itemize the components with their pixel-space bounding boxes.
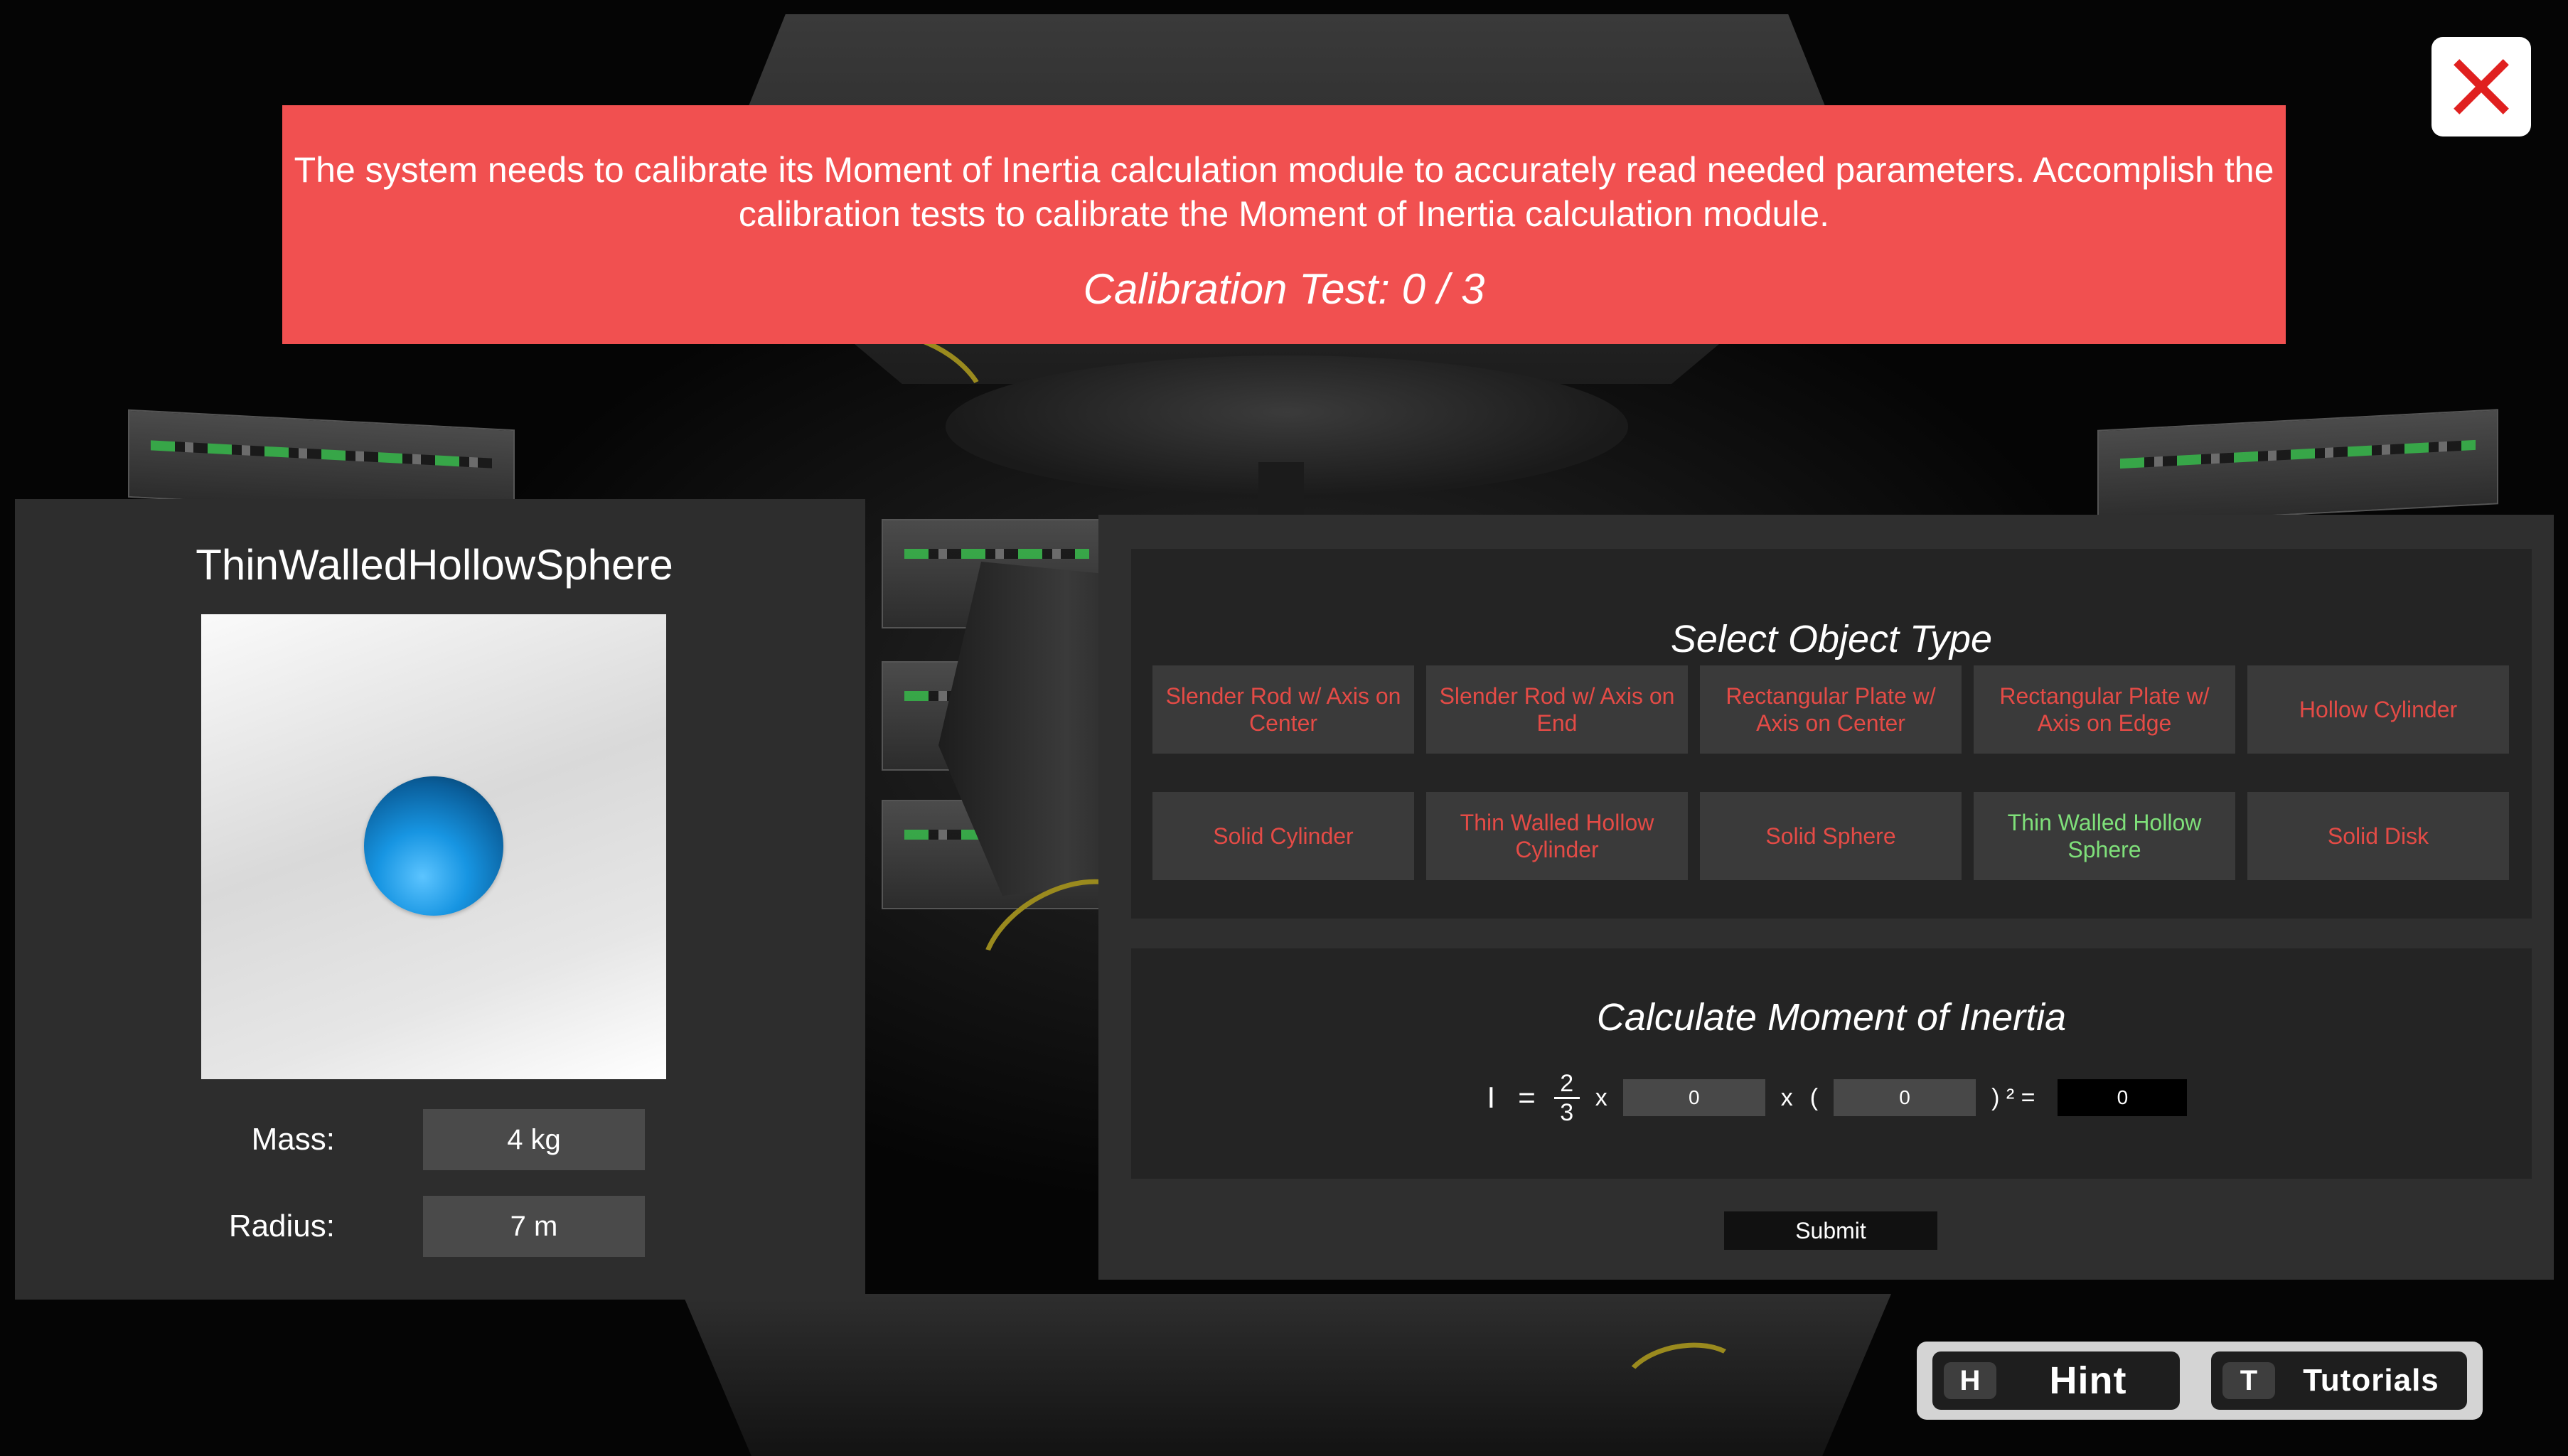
hint-label: Hint	[2049, 1359, 2127, 1402]
close-button[interactable]	[2431, 37, 2531, 136]
radius-value: 7 m	[423, 1196, 645, 1257]
radius-input[interactable]	[1834, 1079, 1976, 1116]
object-type-button[interactable]: Hollow Cylinder	[2247, 665, 2509, 754]
hint-key-cap: H	[1944, 1362, 1996, 1399]
calculate-section: Calculate Moment of Inertia I = 2 3 x x …	[1131, 948, 2532, 1179]
multiply-sign: x	[1780, 1083, 1793, 1111]
squared-equals: ) ² =	[1991, 1083, 2035, 1111]
calibration-banner: The system needs to calibrate its Moment…	[282, 105, 2286, 344]
mass-label: Mass:	[251, 1122, 335, 1157]
object-title: ThinWalledHollowSphere	[196, 541, 673, 589]
inertia-formula: I = 2 3 x x ( ) ² = 0	[1131, 1069, 2532, 1126]
fraction-numerator: 2	[1560, 1069, 1574, 1097]
object-type-button[interactable]: Slender Rod w/ Axis on End	[1426, 665, 1688, 754]
multiply-sign: x	[1595, 1083, 1607, 1111]
object-type-button[interactable]: Solid Sphere	[1700, 792, 1962, 880]
tutorials-button[interactable]: T Tutorials	[2211, 1351, 2467, 1410]
object-type-button[interactable]: Solid Cylinder	[1152, 792, 1414, 880]
object-preview	[201, 614, 666, 1079]
equals-sign: =	[1518, 1081, 1536, 1114]
mass-value: 4 kg	[423, 1109, 645, 1170]
select-object-type-section: Select Object Type Slender Rod w/ Axis o…	[1131, 549, 2532, 919]
object-type-button[interactable]: Solid Disk	[2247, 792, 2509, 880]
server-rack-right	[2097, 409, 2498, 525]
radius-label: Radius:	[228, 1209, 335, 1243]
mass-input[interactable]	[1622, 1079, 1765, 1116]
close-x-icon	[2454, 59, 2509, 114]
sphere-model	[364, 776, 503, 916]
submit-button[interactable]: Submit	[1724, 1211, 1937, 1250]
hotkey-bar: H Hint T Tutorials	[1917, 1342, 2483, 1420]
object-type-button[interactable]: Rectangular Plate w/ Axis on Edge	[1974, 665, 2235, 754]
hint-button[interactable]: H Hint	[1932, 1351, 2180, 1410]
object-type-button[interactable]: Thin Walled Hollow Cylinder	[1426, 792, 1688, 880]
tutorials-key-cap: T	[2222, 1362, 2275, 1399]
object-type-button[interactable]: Slender Rod w/ Axis on Center	[1152, 665, 1414, 754]
calibration-progress: Calibration Test: 0 / 3	[1083, 265, 1485, 313]
object-type-button[interactable]: Thin Walled Hollow Sphere	[1974, 792, 2235, 880]
object-info-panel: ThinWalledHollowSphere Mass: 4 kg Radius…	[15, 499, 865, 1300]
object-type-button[interactable]: Rectangular Plate w/ Axis on Center	[1700, 665, 1962, 754]
open-paren: (	[1809, 1083, 1819, 1111]
fraction-denominator: 3	[1560, 1098, 1574, 1126]
result-output: 0	[2058, 1079, 2188, 1116]
calculation-panel: Select Object Type Slender Rod w/ Axis o…	[1098, 515, 2554, 1280]
calculate-title: Calculate Moment of Inertia	[1596, 996, 2067, 1039]
select-object-type-title: Select Object Type	[1670, 618, 1993, 660]
fraction-two-thirds: 2 3	[1553, 1069, 1580, 1126]
banner-message: The system needs to calibrate its Moment…	[294, 150, 2274, 234]
tutorials-label: Tutorials	[2303, 1363, 2439, 1398]
inertia-symbol: I	[1487, 1081, 1496, 1114]
